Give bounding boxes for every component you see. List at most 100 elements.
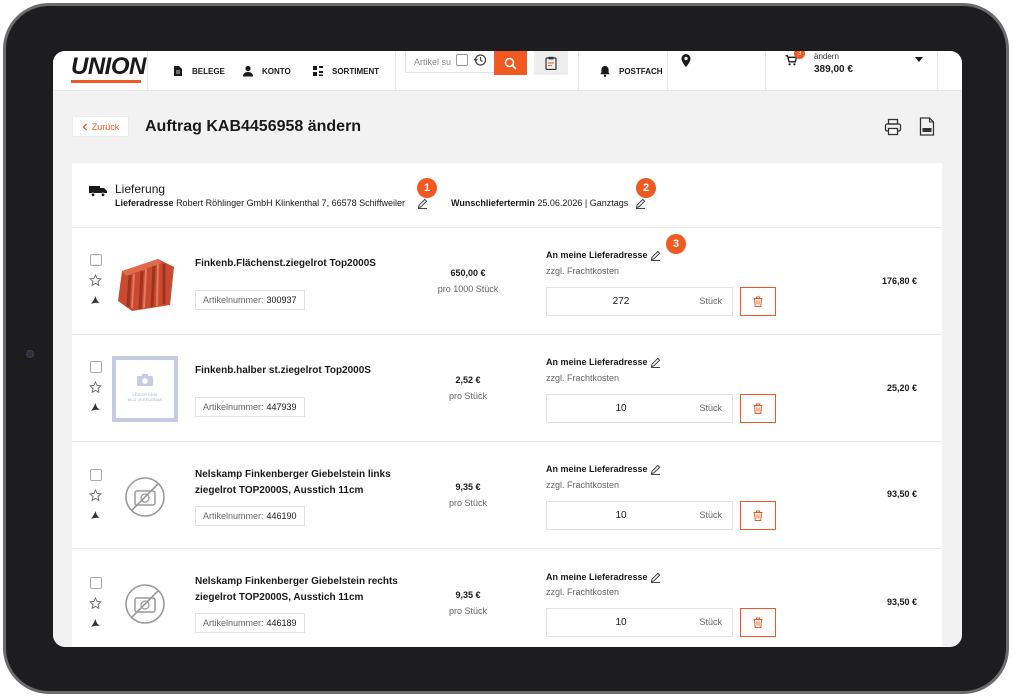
freight-note: zzgl. Frachtkosten xyxy=(546,587,620,597)
star-icon[interactable] xyxy=(89,489,102,502)
star-icon[interactable] xyxy=(89,597,102,610)
product-image[interactable] xyxy=(112,249,178,315)
search-checkbox[interactable] xyxy=(456,54,468,66)
price-unit: pro Stück xyxy=(448,606,488,616)
history-icon[interactable] xyxy=(473,53,487,67)
quantity-value: 272 xyxy=(612,296,630,307)
article-number: Artikelnummer: 447939 xyxy=(195,397,305,417)
article-number-label: Artikelnummer: xyxy=(203,511,264,521)
trash-icon xyxy=(753,617,763,628)
pencil-icon[interactable] xyxy=(635,198,646,209)
no-image-placeholder[interactable]: LEIDER KEIN BILD VERFÜGBAR xyxy=(112,356,178,422)
back-button-label: Zurück xyxy=(91,121,120,132)
delete-button[interactable] xyxy=(740,608,776,637)
nav-belege[interactable]: BELEGE xyxy=(172,51,225,91)
delete-button[interactable] xyxy=(740,394,776,423)
page-title: Auftrag KAB4456958 ändern xyxy=(145,118,362,135)
product-name[interactable]: Nelskamp Finkenberger Giebelstein links z… xyxy=(195,467,415,499)
pencil-icon[interactable] xyxy=(650,357,661,368)
delivery-address-value: Robert Röhlinger GmbH Klinkenthal 7, 665… xyxy=(176,198,406,208)
delivery-date-value: 25.06.2026 | Ganztags xyxy=(537,198,629,208)
truck-icon xyxy=(89,186,107,197)
line-total: 93,50 € xyxy=(886,597,917,607)
search-button[interactable] xyxy=(494,51,527,75)
article-number: Artikelnummer: 446190 xyxy=(195,506,305,526)
product-name[interactable]: Finkenb.Flächenst.ziegelrot Top2000S xyxy=(195,256,415,272)
pencil-icon[interactable] xyxy=(417,198,428,209)
product-name[interactable]: Finkenb.halber st.ziegelrot Top2000S xyxy=(195,363,415,379)
product-name[interactable]: Nelskamp Finkenberger Giebelstein rechts… xyxy=(195,574,415,606)
delivery-date-label: Wunschliefertermin xyxy=(451,198,535,208)
pdf-icon[interactable] xyxy=(90,402,101,413)
delete-button[interactable] xyxy=(740,501,776,530)
annotation-marker: 3 xyxy=(666,234,686,254)
row-select-checkbox[interactable] xyxy=(90,361,102,373)
delete-button[interactable] xyxy=(740,287,776,316)
cart-total[interactable]: 389,00 € xyxy=(814,64,853,75)
delivery-date: Wunschliefertermin 25.06.2026 | Ganztags xyxy=(451,198,628,208)
row-select-checkbox[interactable] xyxy=(90,577,102,589)
document-icon xyxy=(174,66,182,76)
header-divider xyxy=(667,51,668,91)
pdf-icon[interactable] xyxy=(90,295,101,306)
no-image-icon[interactable] xyxy=(112,464,178,530)
order-position-row: Finkenb.Flächenst.ziegelrot Top2000S Art… xyxy=(72,228,942,335)
nav-sortiment-label: SORTIMENT xyxy=(332,66,380,76)
product-name-line: Nelskamp Finkenberger Giebelstein rechts xyxy=(195,576,398,587)
freight-note: zzgl. Frachtkosten xyxy=(546,373,620,383)
no-image-icon[interactable] xyxy=(112,571,178,637)
quantity-unit: Stück xyxy=(699,617,722,627)
delivery-section: Lieferung Lieferadresse Robert Röhlinger… xyxy=(72,163,942,228)
nav-postfach[interactable]: POSTFACH xyxy=(599,51,663,91)
quantity-input[interactable]: 10 Stück xyxy=(546,394,733,423)
pencil-icon[interactable] xyxy=(650,572,661,583)
location-pin-icon[interactable] xyxy=(680,53,692,69)
chevron-down-icon[interactable] xyxy=(915,57,923,62)
nav-sortiment[interactable]: SORTIMENT xyxy=(312,51,379,91)
unit-price: 2,52 € xyxy=(455,375,481,385)
bell-icon xyxy=(600,66,610,77)
quantity-unit: Stück xyxy=(699,510,722,520)
nav-konto-label: KONTO xyxy=(262,66,291,76)
back-button[interactable]: Zurück xyxy=(72,116,129,137)
price-unit: pro Stück xyxy=(448,391,488,401)
pdf-icon[interactable] xyxy=(90,618,101,629)
product-name-line: ziegelrot TOP2000S, Ausstich 11cm xyxy=(195,485,364,496)
user-icon xyxy=(243,65,253,77)
ship-to-label: An meine Lieferadresse xyxy=(546,464,648,474)
print-icon[interactable] xyxy=(884,118,902,136)
quick-order-button[interactable] xyxy=(534,51,568,75)
pencil-icon[interactable] xyxy=(650,464,661,475)
nav-belege-label: BELEGE xyxy=(192,66,225,76)
quantity-input[interactable]: 10 Stück xyxy=(546,608,733,637)
app-screen: UNION BELEGE KONTO SORTIMENT Artikel su … xyxy=(53,51,962,647)
unit-price: 650,00 € xyxy=(450,268,486,278)
quantity-unit: Stück xyxy=(699,403,722,413)
pdf-download-icon[interactable] xyxy=(919,117,935,136)
top-header: UNION BELEGE KONTO SORTIMENT Artikel su … xyxy=(53,51,962,91)
row-select-checkbox[interactable] xyxy=(90,469,102,481)
line-total: 25,20 € xyxy=(886,383,917,393)
price-unit: pro 1000 Stück xyxy=(437,284,499,294)
chevron-left-icon xyxy=(82,123,87,130)
union-logo[interactable]: UNION xyxy=(71,53,146,81)
product-name-line: Nelskamp Finkenberger Giebelstein links xyxy=(195,469,391,480)
camera-dot xyxy=(26,350,34,358)
article-number-value: 447939 xyxy=(266,402,297,412)
star-icon[interactable] xyxy=(89,274,102,287)
nav-konto[interactable]: KONTO xyxy=(242,51,291,91)
star-icon[interactable] xyxy=(89,381,102,394)
ship-to-label: An meine Lieferadresse xyxy=(546,572,648,582)
annotation-marker: 2 xyxy=(636,178,656,198)
cart-label[interactable]: ändern xyxy=(814,52,839,61)
price-unit: pro Stück xyxy=(448,498,488,508)
line-total: 176,80 € xyxy=(881,276,917,286)
quantity-input[interactable]: 10 Stück xyxy=(546,501,733,530)
freight-note: zzgl. Frachtkosten xyxy=(546,480,620,490)
row-select-checkbox[interactable] xyxy=(90,254,102,266)
pencil-icon[interactable] xyxy=(650,250,661,261)
pdf-icon[interactable] xyxy=(90,510,101,521)
article-number-value: 446189 xyxy=(266,618,297,628)
grid-icon xyxy=(313,66,323,76)
quantity-input[interactable]: 272 Stück xyxy=(546,287,733,316)
